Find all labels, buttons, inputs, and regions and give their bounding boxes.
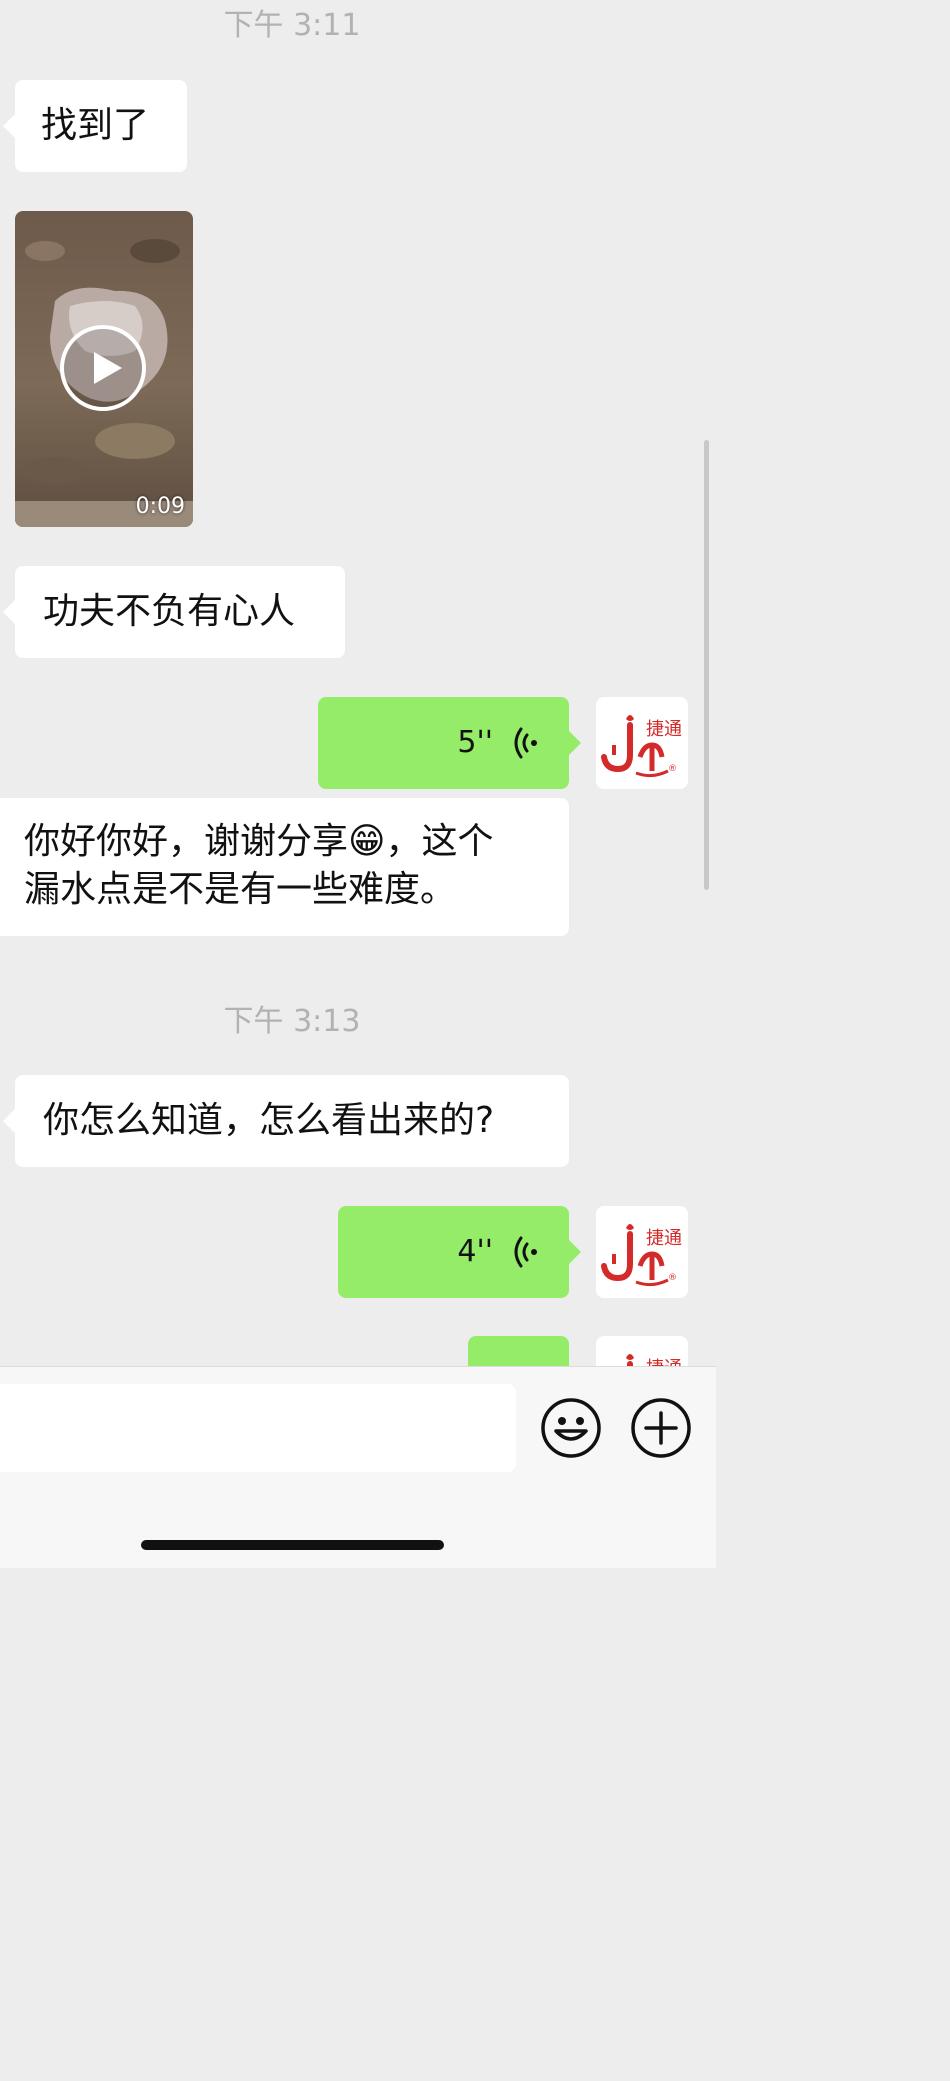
voice-wave-icon xyxy=(514,727,537,759)
avatar[interactable]: 捷通 ® xyxy=(596,1206,688,1298)
message-bubble-incoming[interactable]: 找到了 xyxy=(3,80,187,172)
input-bar xyxy=(0,1366,716,1568)
message-bubble-incoming[interactable]: 你怎么知道，怎么看出来的? xyxy=(3,1075,569,1167)
logo-text: 捷通 xyxy=(646,1358,682,1366)
video-duration: 0:09 xyxy=(135,494,185,519)
chat-message-area[interactable]: 下午 3:11 找到了 0:09 功夫不负有心人 5'' 捷通 ® 你好你好，谢… xyxy=(0,0,716,1366)
message-text: 找到了 xyxy=(41,105,150,146)
registered-mark: ® xyxy=(668,764,677,774)
voice-message-bubble[interactable]: 4'' xyxy=(338,1206,581,1298)
message-text-line: 漏水点是不是有一些难度。 xyxy=(24,869,457,910)
message-text: 你怎么知道，怎么看出来的? xyxy=(43,1100,495,1141)
logo-text: 捷通 xyxy=(646,1228,682,1249)
message-input[interactable] xyxy=(0,1384,516,1472)
message-bubble-outgoing-partial[interactable]: 😁 xyxy=(468,1336,569,1366)
voice-duration: 4'' xyxy=(457,1234,493,1269)
jietong-logo-icon: 捷通 ® xyxy=(601,1224,682,1287)
jietong-logo-icon: 捷通 ® xyxy=(601,715,682,778)
jietong-logo-icon: 捷通 xyxy=(626,1354,682,1366)
message-bubble-incoming[interactable]: 功夫不负有心人 xyxy=(3,566,345,658)
avatar[interactable]: 捷通 xyxy=(596,1336,688,1366)
avatar[interactable]: 捷通 ® xyxy=(596,697,688,789)
emoji-face-icon[interactable] xyxy=(540,1397,602,1459)
video-message[interactable]: 0:09 xyxy=(15,211,193,527)
registered-mark: ® xyxy=(668,1273,677,1283)
play-icon xyxy=(60,325,146,411)
home-indicator[interactable] xyxy=(141,1540,444,1550)
voice-duration: 5'' xyxy=(457,725,493,760)
timestamp: 下午 3:11 xyxy=(223,8,361,43)
message-text: 功夫不负有心人 xyxy=(43,591,296,632)
message-bubble-incoming[interactable]: 你好你好，谢谢分享😁，这个 漏水点是不是有一些难度。 xyxy=(0,798,569,936)
timestamp: 下午 3:13 xyxy=(223,1004,361,1039)
plus-circle-icon[interactable] xyxy=(630,1397,692,1459)
voice-message-bubble[interactable]: 5'' xyxy=(318,697,581,789)
message-text-line: 你好你好，谢谢分享😁，这个 xyxy=(24,821,494,862)
voice-wave-icon xyxy=(514,1236,537,1268)
scrollbar[interactable] xyxy=(704,440,709,890)
logo-text: 捷通 xyxy=(646,719,682,740)
